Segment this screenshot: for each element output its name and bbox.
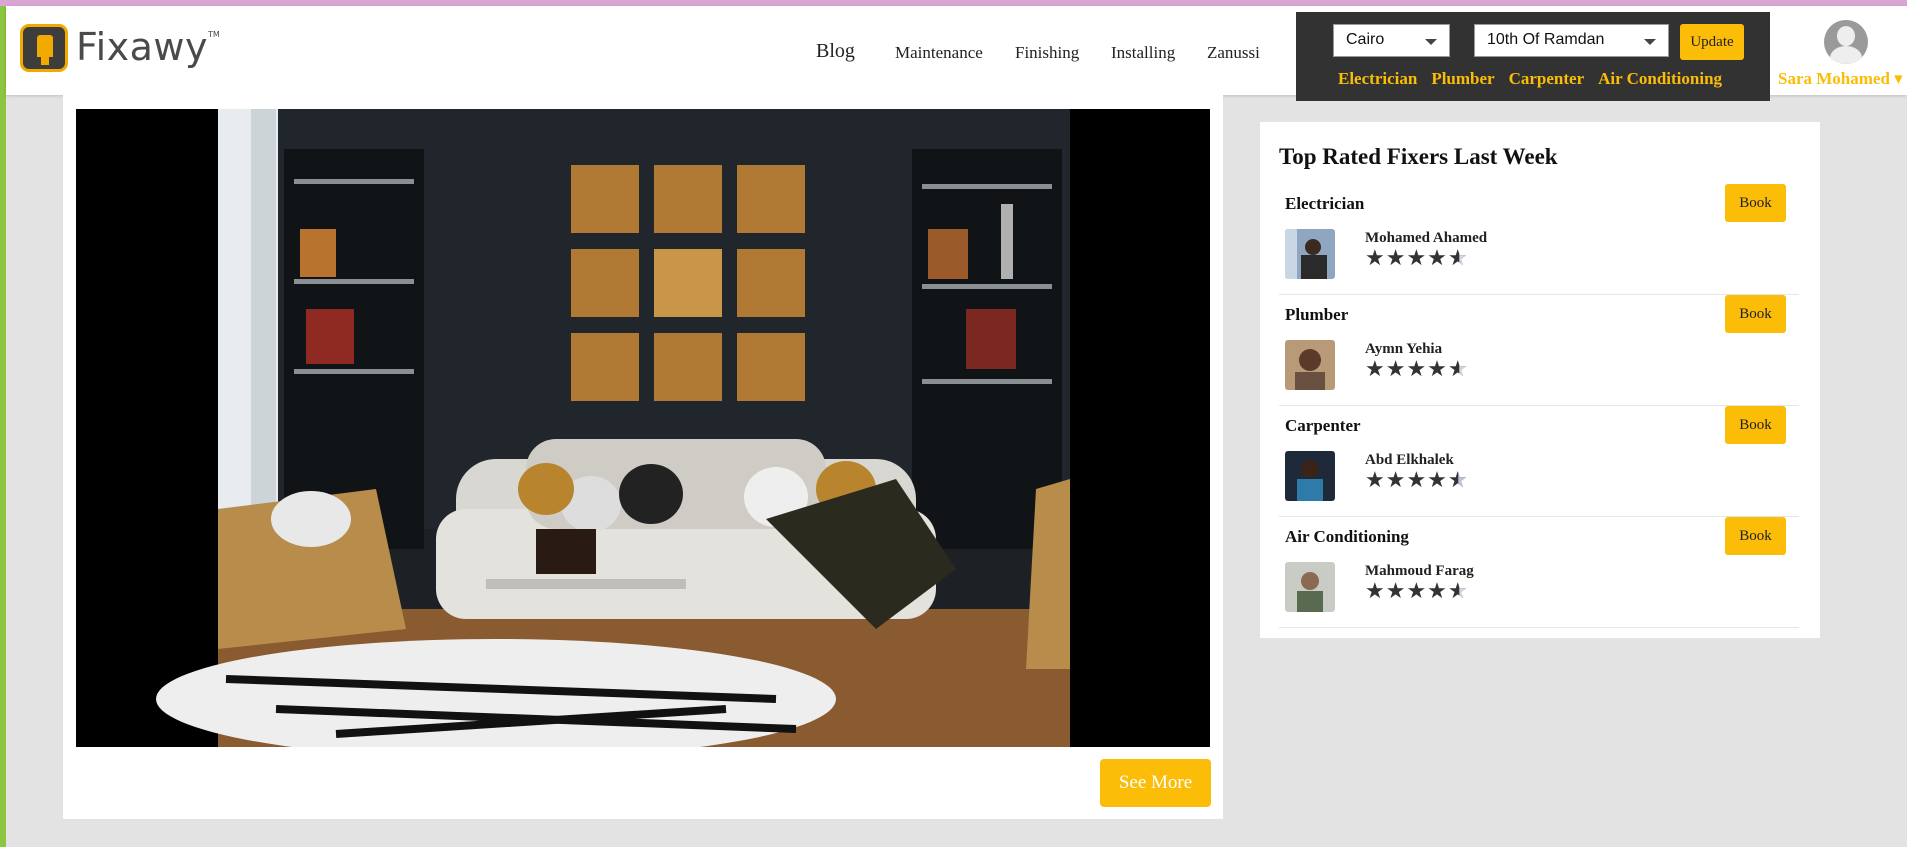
city-select[interactable]: Cairo — [1333, 24, 1450, 57]
featured-image[interactable] — [76, 109, 1210, 747]
fixer-name[interactable]: Mahmoud Farag — [1365, 563, 1474, 580]
fixer-name[interactable]: Aymn Yehia — [1365, 341, 1442, 358]
nav-blog[interactable]: Blog — [816, 40, 855, 63]
fixer-name[interactable]: Mohamed Ahamed — [1365, 230, 1487, 247]
nav-item-installing[interactable]: Installing — [1111, 43, 1175, 63]
fixer-photo[interactable] — [1285, 451, 1335, 501]
fixer-category: Electrician — [1285, 194, 1365, 213]
half-star-icon: ★ — [1448, 579, 1469, 604]
top-rated-panel: Top Rated Fixers Last Week Electrician B… — [1260, 122, 1820, 638]
left-accent-bar — [0, 0, 6, 847]
fixer-category: Carpenter — [1285, 416, 1361, 435]
nav-item-maintenance[interactable]: Maintenance — [895, 43, 983, 63]
fixer-photo-image — [1285, 340, 1335, 390]
fixer-photo-image — [1285, 562, 1335, 612]
fixer-category: Plumber — [1285, 305, 1349, 324]
avatar[interactable] — [1824, 20, 1868, 64]
logo-trademark: TM — [208, 29, 220, 39]
update-button[interactable]: Update — [1680, 24, 1744, 60]
fixer-name[interactable]: Abd Elkhalek — [1365, 452, 1454, 469]
fixer-photo[interactable] — [1285, 562, 1335, 612]
fixer-photo-image — [1285, 229, 1335, 279]
logo-text: Fixawy — [76, 25, 208, 69]
area-select-value: 10th Of Ramdan — [1487, 31, 1605, 48]
caret-down-icon: ▾ — [1894, 69, 1903, 88]
half-star-icon: ★ — [1448, 357, 1469, 382]
logo-icon — [20, 24, 68, 72]
living-room-illustration — [76, 109, 1210, 747]
fixer-photo-image — [1285, 451, 1335, 501]
fixer-row: Electrician Book Mohamed Ahamed ★★★★★ — [1279, 184, 1799, 295]
nav-item-finishing[interactable]: Finishing — [1015, 43, 1079, 63]
category-links: Electrician Plumber Carpenter Air Condit… — [1338, 69, 1722, 89]
location-panel: Cairo 10th Of Ramdan Update Electrician … — [1296, 12, 1770, 101]
category-link-electrician[interactable]: Electrician — [1338, 69, 1417, 89]
area-select[interactable]: 10th Of Ramdan — [1474, 24, 1669, 57]
book-button[interactable]: Book — [1725, 517, 1786, 555]
fixer-row: Carpenter Book Abd Elkhalek ★★★★★ — [1279, 406, 1799, 517]
half-star-icon: ★ — [1448, 468, 1469, 493]
book-button[interactable]: Book — [1725, 295, 1786, 333]
star-rating: ★★★★★ — [1365, 579, 1469, 604]
category-link-air-conditioning[interactable]: Air Conditioning — [1598, 69, 1722, 89]
panel-title: Top Rated Fixers Last Week — [1279, 144, 1558, 169]
book-button[interactable]: Book — [1725, 184, 1786, 222]
fixer-category: Air Conditioning — [1285, 527, 1409, 546]
site-header: Fixawy TM Blog Maintenance Finishing Ins… — [6, 6, 1907, 101]
user-name[interactable]: Sara Mohamed ▾ — [1778, 69, 1903, 89]
user-name-label: Sara Mohamed — [1778, 69, 1890, 88]
book-button[interactable]: Book — [1725, 406, 1786, 444]
fixer-photo[interactable] — [1285, 229, 1335, 279]
chevron-down-icon — [1425, 39, 1437, 45]
logo[interactable]: Fixawy TM — [20, 24, 220, 72]
fixer-row: Air Conditioning Book Mahmoud Farag ★★★★… — [1279, 517, 1799, 628]
featured-card: See More — [63, 95, 1223, 819]
nav-item-zanussi[interactable]: Zanussi — [1207, 43, 1260, 63]
user-menu[interactable]: Sara Mohamed ▾ — [1778, 20, 1907, 95]
category-link-plumber[interactable]: Plumber — [1431, 69, 1494, 89]
fixer-row: Plumber Book Aymn Yehia ★★★★★ — [1279, 295, 1799, 406]
half-star-icon: ★ — [1448, 246, 1469, 271]
city-select-value: Cairo — [1346, 31, 1385, 48]
star-rating: ★★★★★ — [1365, 246, 1469, 271]
chevron-down-icon — [1644, 39, 1656, 45]
see-more-button[interactable]: See More — [1100, 759, 1211, 807]
star-rating: ★★★★★ — [1365, 357, 1469, 382]
fixer-photo[interactable] — [1285, 340, 1335, 390]
star-rating: ★★★★★ — [1365, 468, 1469, 493]
category-link-carpenter[interactable]: Carpenter — [1509, 69, 1585, 89]
